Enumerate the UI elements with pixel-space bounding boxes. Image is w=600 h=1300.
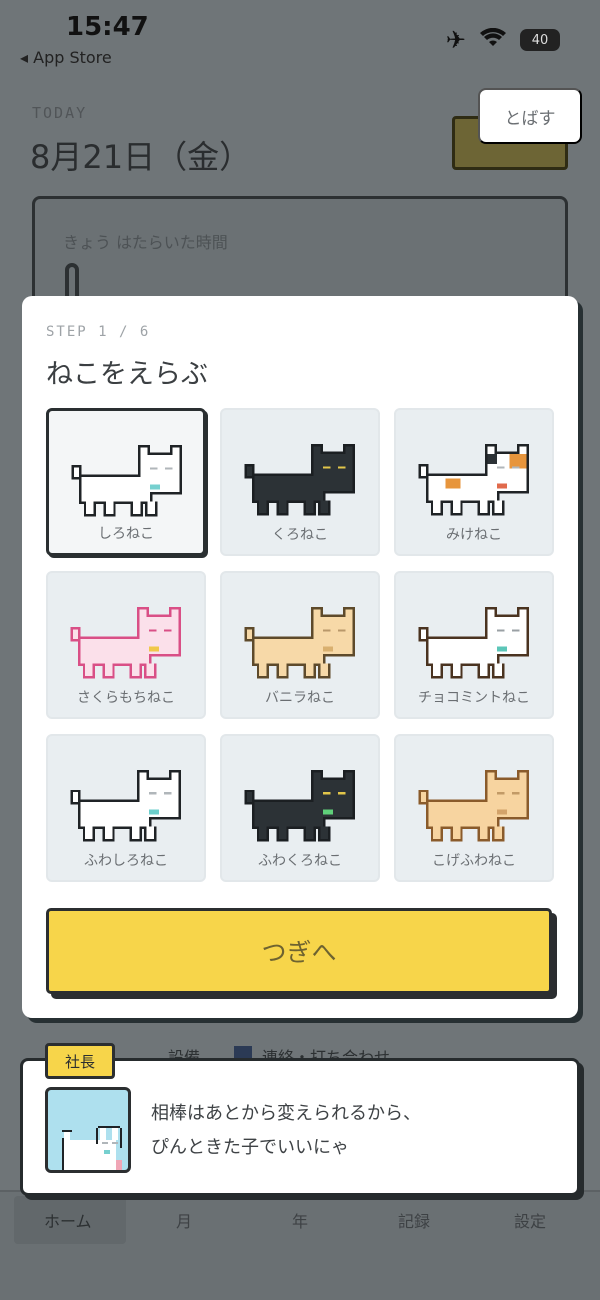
wifi-icon	[480, 26, 506, 54]
pixel-cat-icon	[70, 770, 182, 842]
cat-option-card[interactable]: さくらもちねこ	[46, 571, 206, 719]
tab-month: 月	[176, 1212, 193, 1231]
status-bar: 15:47 ◂ App Store ✈ 40	[0, 0, 600, 80]
cat-option-card[interactable]: バニラねこ	[220, 571, 380, 719]
boss-speech-box: 社長 相棒はあとから変えられるから、 ぴんときた子でいいにゃ	[20, 1043, 580, 1196]
cat-option-card[interactable]: こげふわねこ	[394, 734, 554, 882]
boss-badge: 社長	[45, 1043, 115, 1079]
tab-year: 年	[292, 1212, 309, 1231]
cat-option-label: チョコミントねこ	[418, 690, 530, 706]
tab-home: ホーム	[44, 1212, 92, 1231]
cat-option-label: ふわしろねこ	[84, 853, 168, 869]
cat-option-card[interactable]: みけねこ	[394, 408, 554, 556]
boss-cat-icon	[62, 1126, 122, 1170]
pixel-cat-icon	[418, 444, 530, 516]
today-label: TODAY	[32, 104, 88, 122]
tab-bar: ホーム 月 年 記録 設定	[0, 1190, 600, 1300]
pixel-cat-icon	[244, 607, 356, 679]
cat-option-label: バニラねこ	[265, 690, 335, 706]
status-icons: ✈ 40	[446, 26, 560, 54]
cat-option-card[interactable]: しろねこ	[46, 408, 206, 556]
speech-line-1: 相棒はあとから変えられるから、	[151, 1103, 421, 1124]
cat-option-label: ふわくろねこ	[258, 853, 342, 869]
date-heading: 8月21日（金）	[30, 138, 252, 176]
pixel-cat-icon	[244, 444, 356, 516]
battery-icon: 40	[520, 29, 560, 51]
pixel-cat-icon	[418, 607, 530, 679]
step-indicator: STEP 1 / 6	[46, 324, 151, 340]
speech-line-2: ぴんときた子でいいにゃ	[151, 1137, 349, 1158]
cat-option-card[interactable]: ふわしろねこ	[46, 734, 206, 882]
cat-option-label: みけねこ	[446, 527, 502, 543]
pixel-cat-icon	[418, 770, 530, 842]
cat-option-grid: しろねこ くろねこ みけねこさくらもちねこ バニラねこ チョコミントねこふわしろねこ ふわ…	[46, 408, 554, 882]
skip-button[interactable]: とばす	[478, 88, 582, 144]
pixel-cat-icon	[71, 445, 183, 517]
tab-record: 記録	[398, 1212, 431, 1231]
modal-title: ねこをえらぶ	[46, 359, 208, 390]
pixel-cat-icon	[70, 607, 182, 679]
next-button[interactable]: つぎへ	[46, 908, 552, 994]
cat-option-label: しろねこ	[98, 526, 154, 542]
worked-time-label: きょう はたらいた時間	[63, 233, 228, 252]
boss-avatar	[45, 1087, 131, 1173]
cat-option-card[interactable]: チョコミントねこ	[394, 571, 554, 719]
airplane-mode-icon: ✈	[445, 26, 466, 54]
cat-option-card[interactable]: くろねこ	[220, 408, 380, 556]
cat-option-label: さくらもちねこ	[77, 690, 175, 706]
cat-option-label: くろねこ	[272, 527, 328, 543]
cat-option-label: こげふわねこ	[432, 853, 516, 869]
cat-option-card[interactable]: ふわくろねこ	[220, 734, 380, 882]
status-time: 15:47	[66, 12, 149, 42]
cat-select-modal: STEP 1 / 6 ねこをえらぶ しろねこ くろねこ みけねこさくらもちねこ バニラ…	[22, 296, 578, 1018]
tab-settings: 設定	[514, 1212, 547, 1231]
pixel-cat-icon	[244, 770, 356, 842]
back-to-app-store-link[interactable]: ◂ App Store	[20, 48, 112, 67]
